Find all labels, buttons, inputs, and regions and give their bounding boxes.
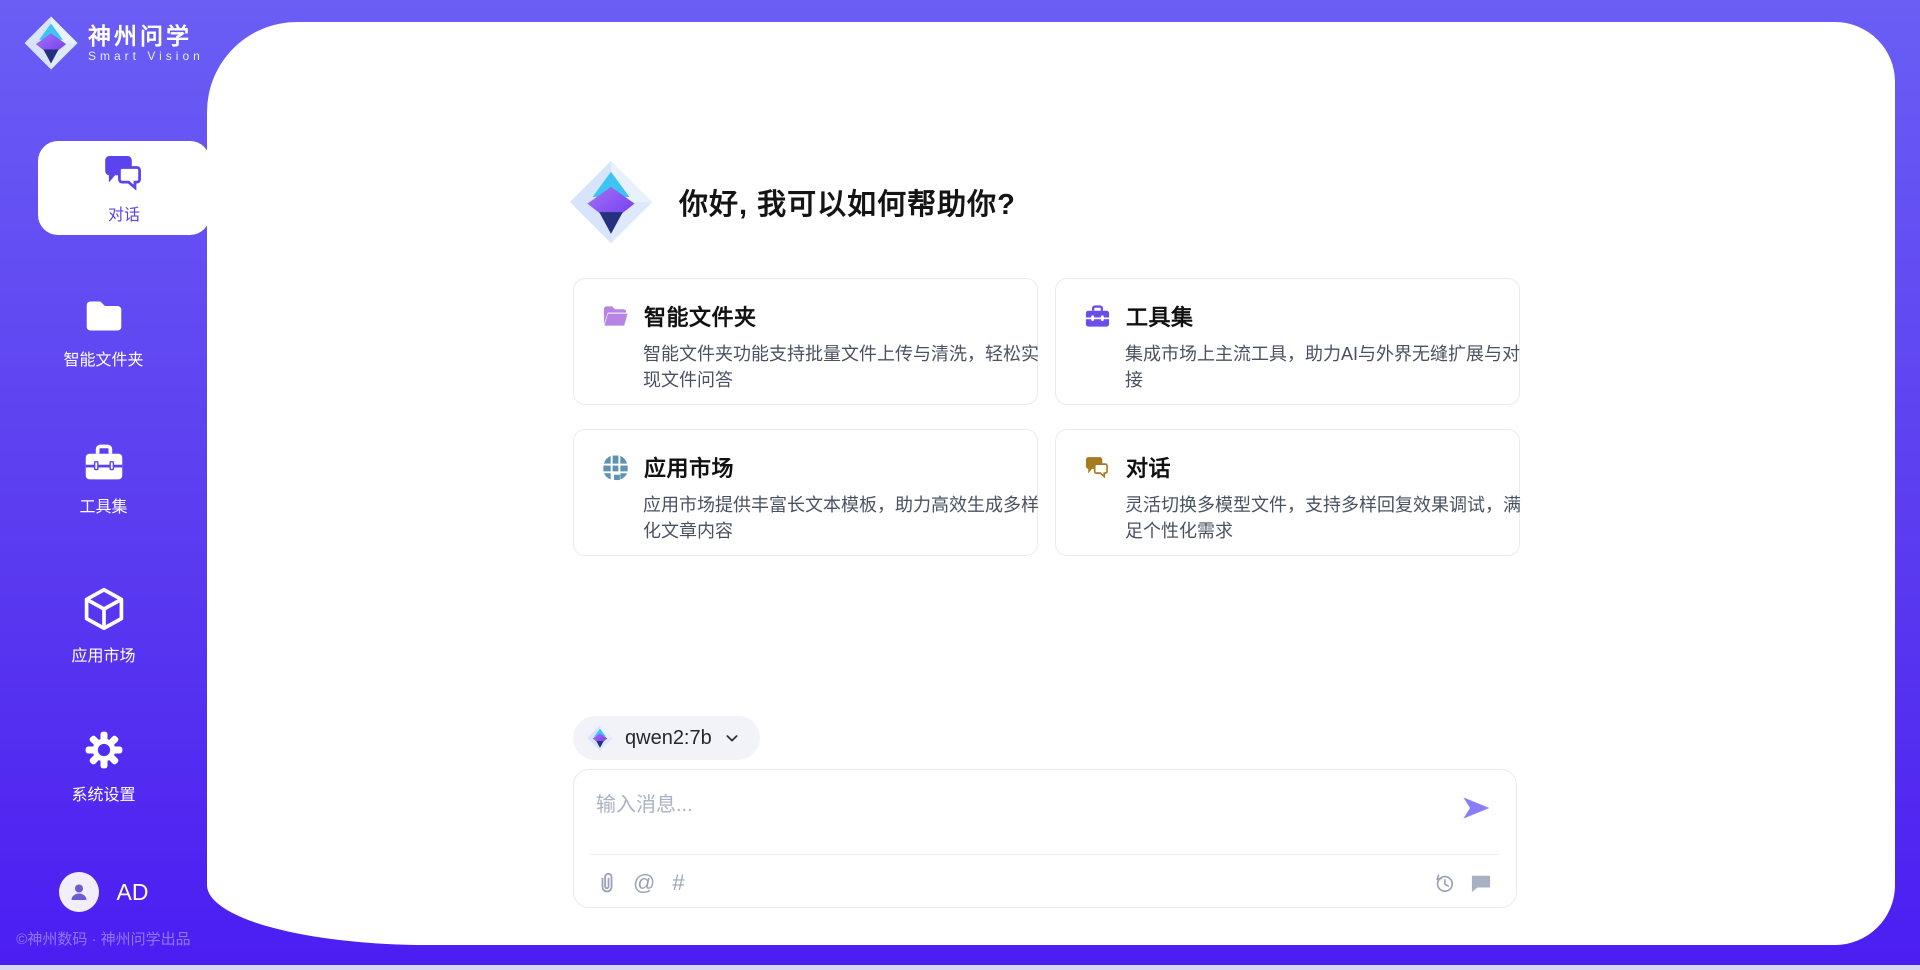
brand-subtitle: Smart Vision [88, 49, 204, 63]
greeting: 你好, 我可以如何帮助你? [569, 160, 1016, 244]
card-title: 工具集 [1126, 300, 1194, 332]
card-description: 灵活切换多模型文件，支持多样回复效果调试，满足个性化需求 [1125, 492, 1527, 544]
chat-icon [102, 151, 146, 195]
message-composer: @ # [573, 769, 1517, 908]
history-button[interactable] [1433, 872, 1455, 894]
hash-icon: # [672, 872, 684, 894]
topic-button[interactable]: # [672, 872, 684, 894]
person-icon [67, 880, 91, 904]
sidebar-item-label: 系统设置 [71, 781, 135, 805]
card-toolbox[interactable]: 工具集 集成市场上主流工具，助力AI与外界无缝扩展与对接 [1055, 278, 1520, 405]
sidebar-item-label: 智能文件夹 [63, 346, 143, 370]
card-title: 应用市场 [644, 451, 734, 483]
send-button[interactable] [1460, 792, 1492, 824]
chat-icon [1084, 454, 1111, 481]
sidebar-item-label: 应用市场 [71, 642, 135, 666]
brand-diamond-icon [24, 16, 78, 70]
composer-toolbar: @ # [598, 872, 1492, 894]
card-smart-folder[interactable]: 智能文件夹 智能文件夹功能支持批量文件上传与清洗，轻松实现文件问答 [573, 278, 1038, 405]
bottom-scrollbar[interactable] [0, 965, 1920, 970]
sidebar-item-settings[interactable]: 系统设置 [0, 729, 207, 805]
card-description: 应用市场提供丰富长文本模板，助力高效生成多样化文章内容 [643, 492, 1045, 544]
gear-icon [83, 729, 125, 771]
card-description: 智能文件夹功能支持批量文件上传与清洗，轻松实现文件问答 [643, 341, 1045, 393]
model-name: qwen2:7b [625, 727, 712, 750]
toolbox-icon [82, 441, 126, 483]
sidebar-item-smart-folder[interactable]: 智能文件夹 [0, 296, 207, 370]
at-icon: @ [633, 872, 655, 894]
new-chat-button[interactable] [1470, 873, 1492, 893]
sidebar-footer: ©神州数码 · 神州问学出品 [0, 928, 207, 949]
sidebar-item-app-market[interactable]: 应用市场 [0, 586, 207, 666]
grid-icon [602, 454, 629, 481]
sidebar: 神州问学 Smart Vision 对话 智能文件夹 [0, 0, 207, 970]
card-chat[interactable]: 对话 灵活切换多模型文件，支持多样回复效果调试，满足个性化需求 [1055, 429, 1520, 556]
greeting-text: 你好, 我可以如何帮助你? [679, 181, 1016, 223]
model-diamond-icon [587, 725, 613, 751]
model-selector[interactable]: qwen2:7b [573, 716, 760, 760]
chevron-down-icon [724, 730, 740, 746]
mention-button[interactable]: @ [633, 872, 655, 894]
composer-divider [590, 854, 1500, 855]
sidebar-item-label: 对话 [108, 201, 140, 225]
brand-name: 神州问学 [88, 23, 204, 49]
send-icon [1460, 792, 1492, 824]
cube-icon [82, 586, 126, 632]
sidebar-item-chat[interactable]: 对话 [38, 141, 210, 235]
user-account[interactable]: AD [0, 872, 207, 912]
card-description: 集成市场上主流工具，助力AI与外界无缝扩展与对接 [1125, 341, 1527, 393]
user-label: AD [117, 879, 149, 906]
avatar [59, 872, 99, 912]
folder-icon [602, 303, 629, 330]
briefcase-icon [1084, 303, 1111, 330]
history-icon [1433, 872, 1455, 894]
message-input[interactable] [596, 788, 1436, 844]
sidebar-item-toolbox[interactable]: 工具集 [0, 441, 207, 517]
main-panel: 你好, 我可以如何帮助你? 智能文件夹 智能文件夹功能支持批量文件上传与清洗，轻… [207, 22, 1895, 945]
greeting-diamond-icon [569, 160, 653, 244]
brand-logo: 神州问学 Smart Vision [24, 16, 204, 70]
feature-cards: 智能文件夹 智能文件夹功能支持批量文件上传与清洗，轻松实现文件问答 工具集 集成… [573, 278, 1520, 556]
card-title: 对话 [1126, 451, 1171, 483]
card-app-market[interactable]: 应用市场 应用市场提供丰富长文本模板，助力高效生成多样化文章内容 [573, 429, 1038, 556]
sidebar-item-label: 工具集 [79, 493, 127, 517]
paperclip-icon [598, 872, 616, 894]
message-icon [1470, 873, 1492, 893]
attach-file-button[interactable] [598, 872, 616, 894]
card-title: 智能文件夹 [644, 300, 757, 332]
folder-icon [82, 296, 126, 336]
